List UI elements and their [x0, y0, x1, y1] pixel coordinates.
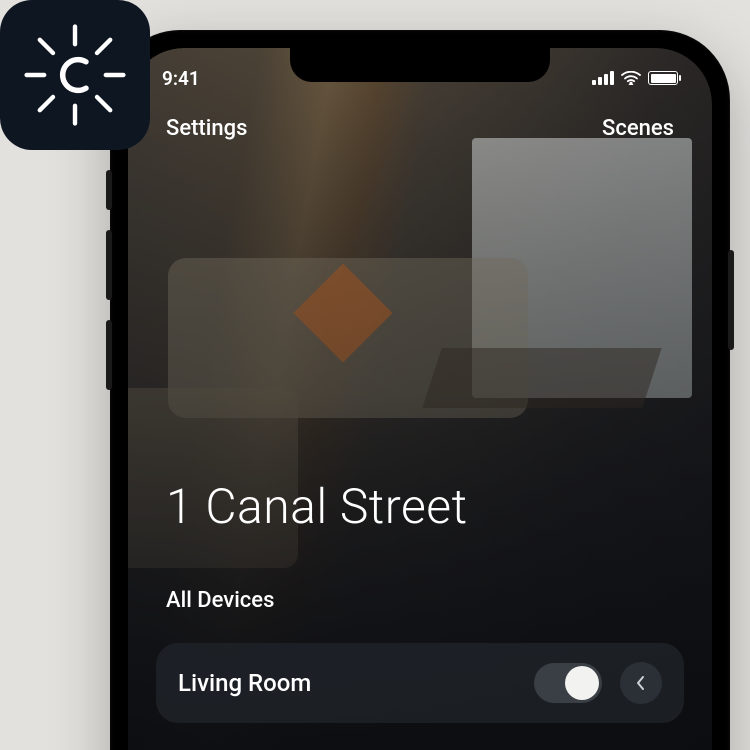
- device-row-controls: [534, 662, 662, 704]
- mute-switch: [106, 170, 112, 210]
- phone-frame: 9:41 Settings Scenes 1 Canal Street All …: [110, 30, 730, 750]
- home-title: 1 Canal Street: [166, 478, 468, 535]
- chevron-left-icon: [635, 675, 647, 691]
- phone-screen-bezel: 9:41 Settings Scenes 1 Canal Street All …: [128, 48, 712, 750]
- status-time: 9:41: [162, 67, 200, 90]
- power-button: [728, 250, 734, 350]
- device-toggle[interactable]: [534, 663, 602, 703]
- section-all-devices[interactable]: All Devices: [166, 588, 274, 613]
- battery-icon: [648, 71, 678, 85]
- phone-notch: [290, 48, 550, 82]
- status-right: [592, 71, 678, 85]
- nav-row: Settings Scenes: [128, 116, 712, 141]
- device-label: Living Room: [178, 669, 311, 697]
- scenes-link[interactable]: Scenes: [602, 116, 674, 141]
- app-icon: [0, 0, 150, 150]
- volume-up-button: [106, 230, 112, 300]
- cellular-icon: [592, 71, 614, 85]
- sun-logo-icon: [20, 20, 130, 130]
- toggle-knob: [565, 666, 599, 700]
- app-screen: 9:41 Settings Scenes 1 Canal Street All …: [128, 48, 712, 750]
- wifi-icon: [621, 71, 641, 85]
- volume-down-button: [106, 320, 112, 390]
- device-row-living-room[interactable]: Living Room: [156, 643, 684, 723]
- device-expand-button[interactable]: [620, 662, 662, 704]
- settings-link[interactable]: Settings: [166, 116, 247, 141]
